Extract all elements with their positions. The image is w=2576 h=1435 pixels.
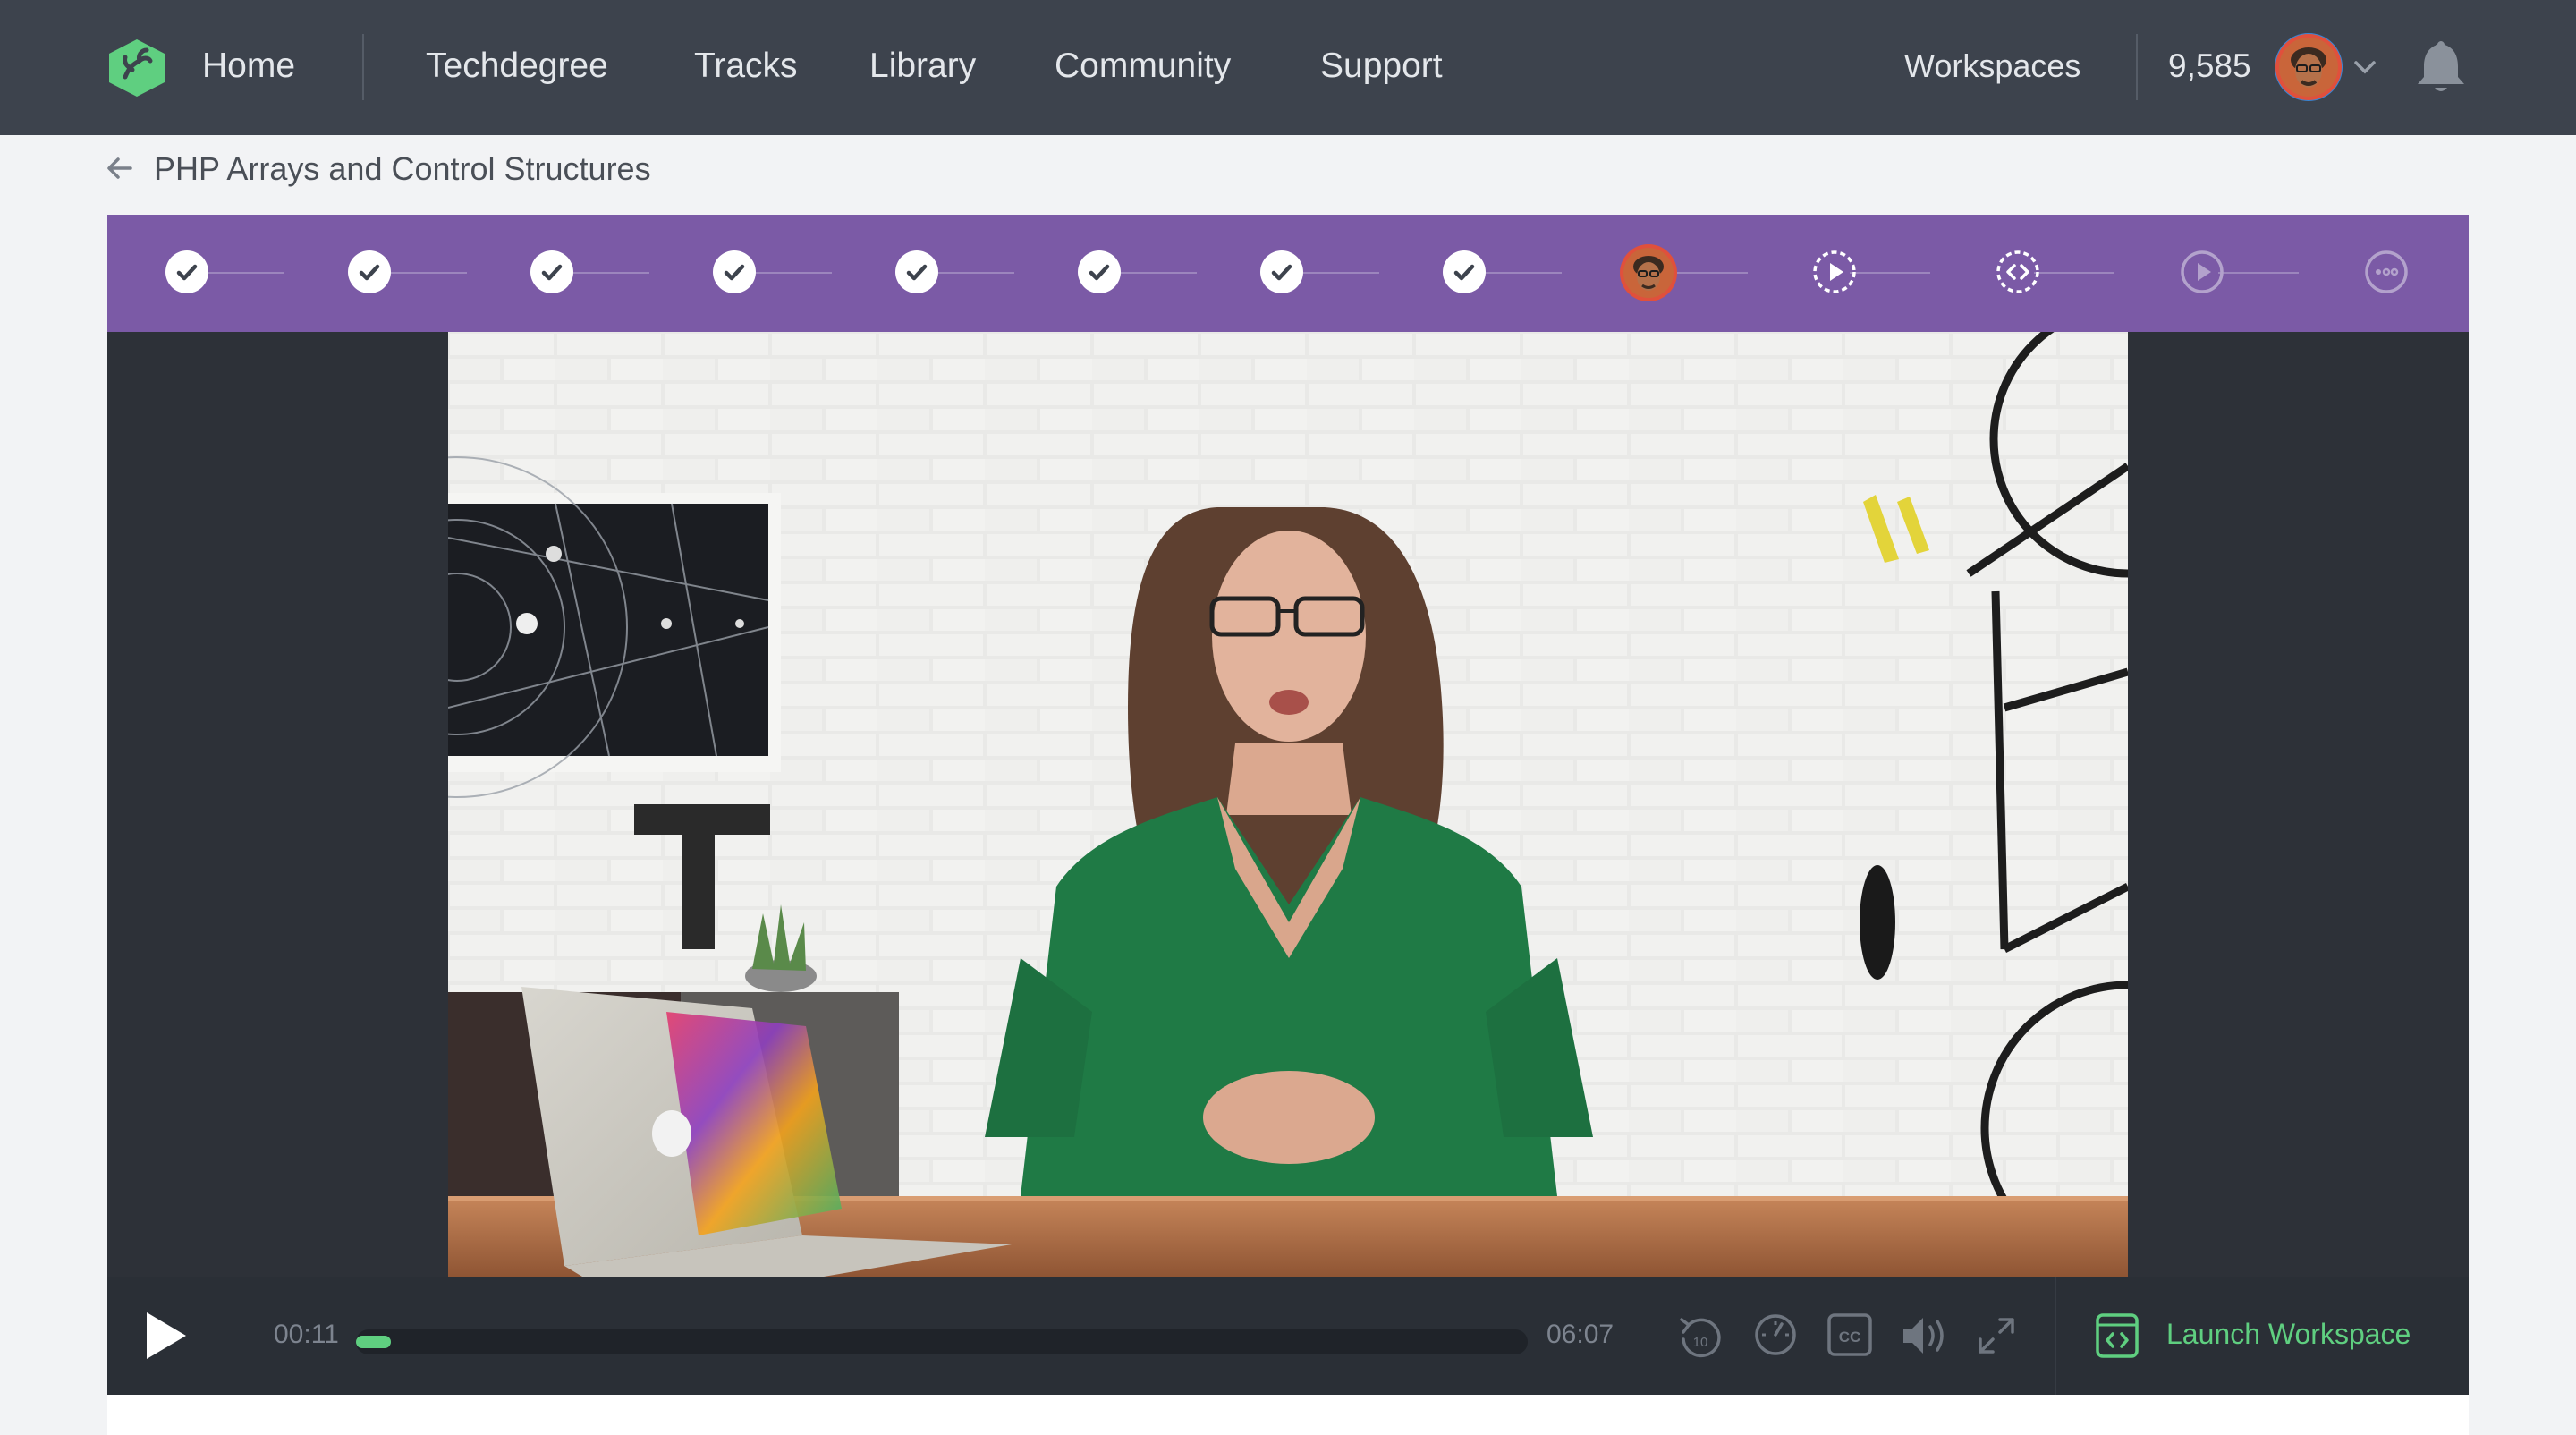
step-completed-check-icon[interactable]: [164, 249, 210, 295]
step-connector: [204, 272, 284, 274]
nav-community[interactable]: Community: [1055, 43, 1231, 89]
nav-techdegree[interactable]: Techdegree: [426, 43, 608, 89]
nav-support[interactable]: Support: [1320, 43, 1443, 89]
video-play-icon[interactable]: [2179, 249, 2225, 295]
step-completed-check-icon[interactable]: [1076, 249, 1123, 295]
notification-bell-icon[interactable]: [2413, 38, 2469, 97]
step-completed-check-icon[interactable]: [894, 249, 940, 295]
nav-workspaces[interactable]: Workspaces: [1904, 43, 2080, 89]
top-nav: Home Techdegree Tracks Library Community…: [0, 0, 2576, 135]
video-player[interactable]: 00:11 06:07 10 CC Launch Workspace: [107, 332, 2469, 1395]
duration-time: 06:07: [1546, 1320, 1614, 1349]
step-connector: [1481, 272, 1562, 274]
volume-icon[interactable]: [1900, 1314, 1950, 1357]
step-current-avatar[interactable]: [1619, 243, 1678, 302]
nav-divider: [362, 34, 364, 100]
video-frame-image: [448, 332, 2128, 1277]
video-frame[interactable]: [448, 332, 2128, 1277]
step-connector: [1850, 272, 1930, 274]
playback-speed-icon[interactable]: [1753, 1312, 1798, 1357]
workspace-icon: [2096, 1313, 2139, 1358]
course-step-progress: [107, 215, 2469, 332]
step-completed-check-icon[interactable]: [711, 249, 758, 295]
step-completed-check-icon[interactable]: [529, 249, 575, 295]
treehouse-logo-icon[interactable]: [106, 38, 168, 98]
seek-bar-progress: [356, 1336, 392, 1348]
nav-library[interactable]: Library: [869, 43, 976, 89]
content-panel-below: [107, 1395, 2469, 1435]
code-challenge-dashed-icon[interactable]: [1995, 249, 2041, 295]
step-connector: [1299, 272, 1379, 274]
controls-divider: [2055, 1277, 2056, 1395]
video-play-dashed-icon[interactable]: [1811, 249, 1858, 295]
step-connector: [1116, 272, 1197, 274]
step-completed-check-icon[interactable]: [1441, 249, 1487, 295]
video-controls: 00:11 06:07 10 CC Launch Workspace: [107, 1277, 2469, 1395]
launch-workspace-label: Launch Workspace: [2166, 1318, 2411, 1350]
nav-divider-right: [2136, 34, 2138, 100]
chevron-down-icon[interactable]: [2351, 54, 2379, 81]
step-connector: [751, 272, 832, 274]
user-avatar[interactable]: [2275, 33, 2343, 101]
step-completed-check-icon[interactable]: [346, 249, 393, 295]
step-connector: [386, 272, 467, 274]
seek-bar[interactable]: [356, 1329, 1528, 1354]
step-connector: [569, 272, 649, 274]
step-completed-check-icon[interactable]: [1258, 249, 1305, 295]
step-connector: [934, 272, 1014, 274]
points-count: 9,585: [2168, 47, 2251, 84]
svg-text:CC: CC: [1839, 1329, 1861, 1346]
current-time: 00:11: [274, 1320, 339, 1349]
nav-home[interactable]: Home: [202, 43, 295, 89]
back-arrow-icon[interactable]: [106, 155, 134, 182]
step-connector: [2218, 272, 2299, 274]
play-icon[interactable]: [143, 1311, 190, 1361]
rewind-10-icon[interactable]: 10: [1676, 1312, 1723, 1363]
breadcrumb-course-title[interactable]: PHP Arrays and Control Structures: [154, 149, 651, 190]
fullscreen-icon[interactable]: [1975, 1314, 2018, 1357]
closed-captions-icon[interactable]: CC: [1826, 1312, 1873, 1357]
step-connector: [2034, 272, 2114, 274]
nav-tracks[interactable]: Tracks: [694, 43, 798, 89]
quiz-icon[interactable]: [2363, 249, 2410, 295]
step-connector: [1667, 272, 1748, 274]
rewind-seconds-label: 10: [1693, 1335, 1708, 1350]
